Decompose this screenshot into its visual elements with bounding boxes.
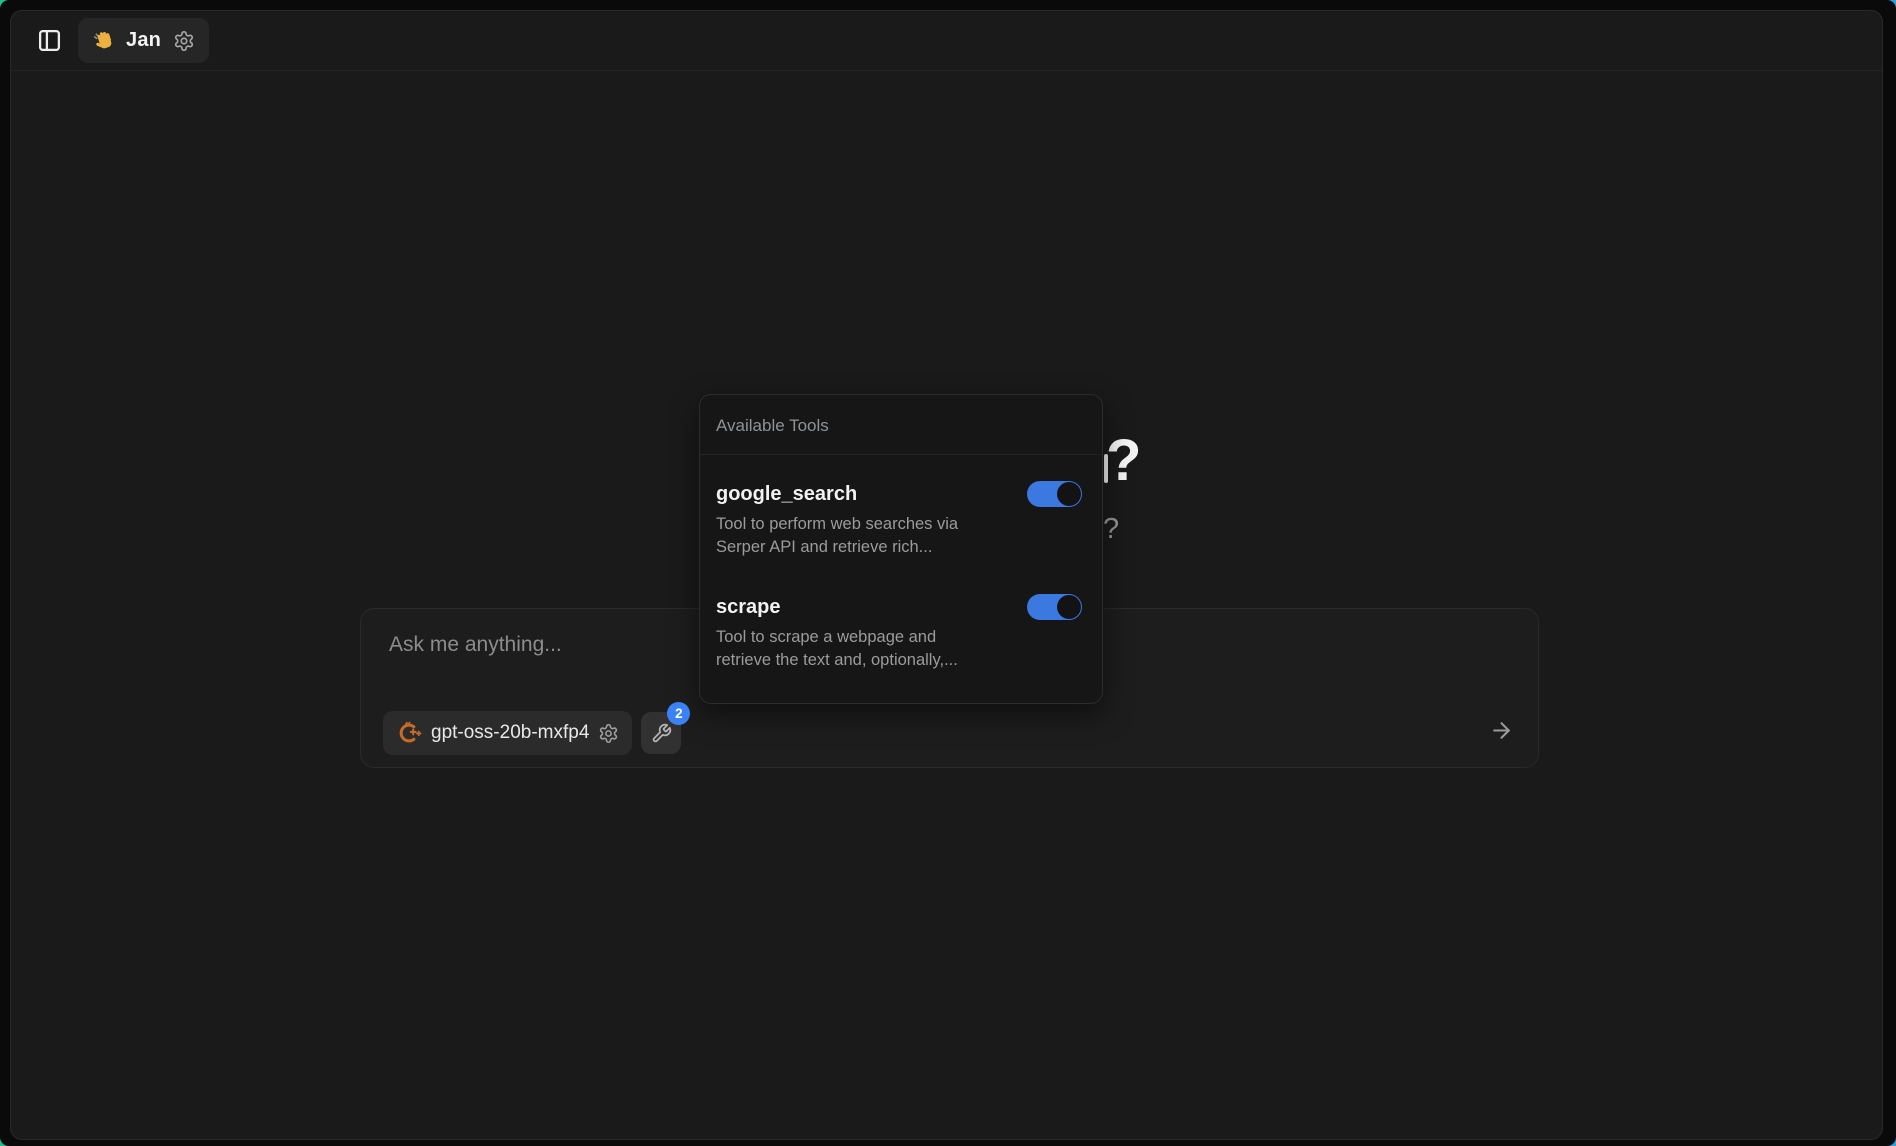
waving-hand-icon <box>92 28 117 53</box>
llamacpp-icon <box>396 720 422 746</box>
tool-name: scrape <box>716 596 781 619</box>
tool-row-google-search: google_search <box>716 481 1082 507</box>
sidebar-toggle-button[interactable] <box>37 28 62 53</box>
app-window: Jan ? ? Ask me anything... <box>10 10 1883 1140</box>
model-name: gpt-oss-20b-mxfp4 <box>431 722 589 744</box>
chat-empty-state: ? ? Ask me anything... <box>11 71 1882 1139</box>
chat-input-placeholder: Ask me anything... <box>389 633 562 656</box>
popover-body: google_search Tool to perform web search… <box>700 481 1102 672</box>
popover-title: Available Tools <box>700 395 1102 455</box>
app-name: Jan <box>126 29 161 52</box>
model-selector[interactable]: gpt-oss-20b-mxfp4 <box>383 711 632 755</box>
model-settings-gear-icon[interactable] <box>598 723 619 744</box>
tool-description: Tool to scrape a webpage and retrieve th… <box>716 626 982 672</box>
app-frame: Jan ? ? Ask me anything... <box>0 0 1896 1146</box>
topbar: Jan <box>11 11 1882 71</box>
composer-toolbar: gpt-oss-20b-mxfp4 <box>383 711 681 755</box>
tool-description: Tool to perform web searches via Serper … <box>716 513 982 559</box>
settings-gear-icon[interactable] <box>173 30 195 52</box>
tool-toggle-google-search[interactable] <box>1027 481 1082 507</box>
panel-left-icon <box>37 28 62 53</box>
arrow-right-icon <box>1489 718 1514 743</box>
tool-toggle-scrape[interactable] <box>1027 594 1082 620</box>
available-tools-popover: Available Tools google_search Tool to pe… <box>699 394 1103 704</box>
subtitle-fragment: ? <box>1103 513 1119 546</box>
enabled-tools-count-badge: 2 <box>667 702 690 725</box>
send-button[interactable] <box>1487 716 1515 744</box>
tools-button[interactable]: 2 <box>641 712 681 754</box>
tool-row-scrape: scrape <box>716 594 1082 620</box>
app-title-pill[interactable]: Jan <box>78 18 209 63</box>
wrench-icon <box>651 723 672 744</box>
tool-name: google_search <box>716 483 857 506</box>
heading-fragment: ? <box>1106 426 1141 496</box>
